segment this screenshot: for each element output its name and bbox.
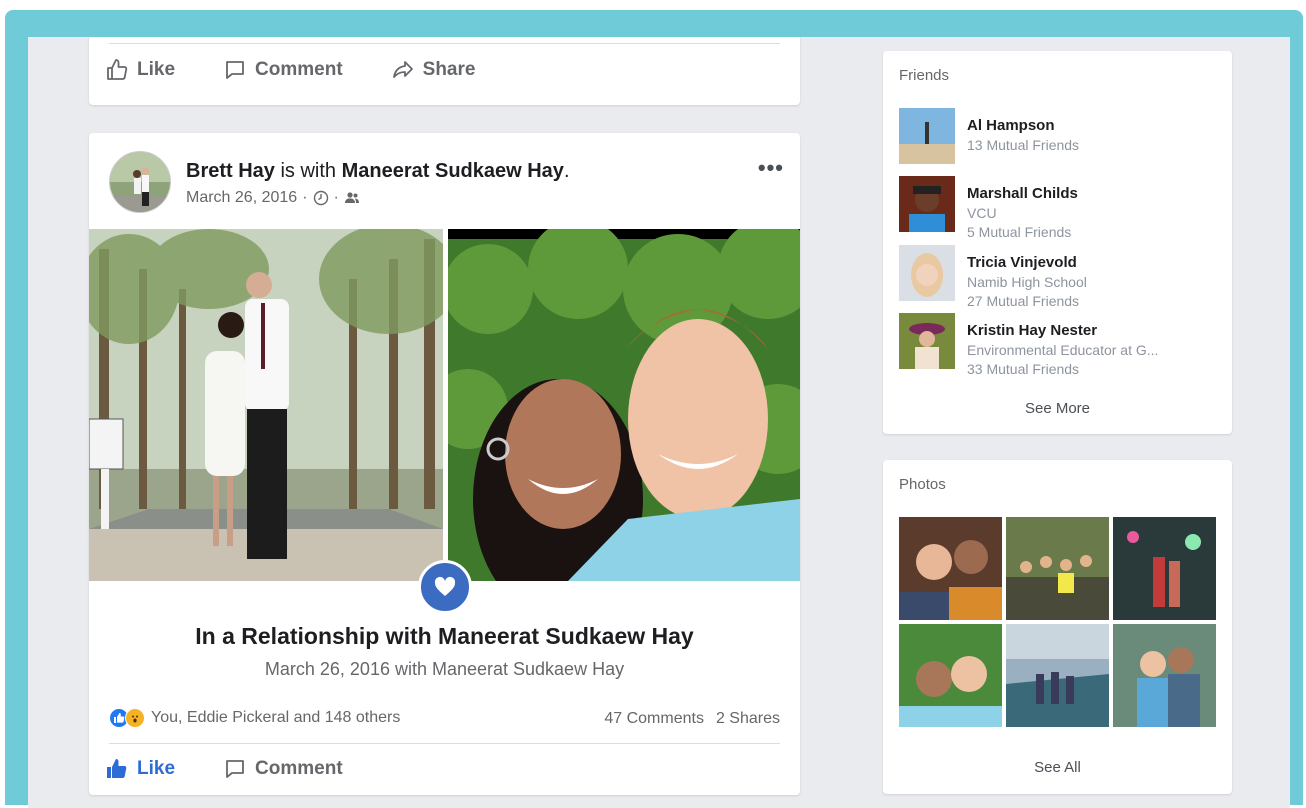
comment-icon [226,61,244,79]
post-photo-right[interactable] [448,229,800,581]
comment-button[interactable]: Comment [223,58,343,82]
photo-thumbnail[interactable] [1006,624,1109,727]
relationship-heart-badge [418,560,472,614]
friend-item[interactable]: Marshall Childs VCU 5 Mutual Friends [899,176,1219,240]
comment-label: Comment [255,59,343,80]
comment-icon [226,760,244,778]
photo-thumbnail[interactable] [1113,517,1216,620]
reactions-summary[interactable]: You, Eddie Pickeral and 148 others [109,708,400,728]
friend-mutual: 5 Mutual Friends [967,224,1072,240]
photo-thumbnail[interactable] [899,624,1002,727]
friend-detail: Environmental Educator at G... [967,342,1159,358]
engagement-counts: 47 Comments 2 Shares [604,710,780,728]
post-date[interactable]: March 26, 2016 [186,189,297,207]
friend-item[interactable]: Kristin Hay Nester Environmental Educato… [899,313,1219,377]
photos-title[interactable]: Photos [899,476,946,493]
thumbs-up-filled-icon [107,759,127,778]
like-button[interactable]: Like [105,58,175,82]
share-label: Share [422,59,476,80]
avatar-photo [110,152,170,212]
friend-mutual: 33 Mutual Friends [967,361,1080,377]
photo-grid [899,517,1216,727]
author-name[interactable]: Brett Hay [186,160,275,182]
friend-thumbnail[interactable] [899,176,955,232]
clock-icon [313,190,328,206]
comment-label: Comment [255,758,343,779]
with-text: is with [274,160,342,182]
previous-post-actions: Like Comment Share [105,58,523,82]
friends-panel: Friends Al Hampson 13 Mutual Friends Mar… [883,51,1232,434]
thumbs-up-icon [107,59,128,80]
like-label: Like [137,758,176,779]
couple-photo-road [89,229,443,581]
friend-item[interactable]: Al Hampson 13 Mutual Friends [899,108,1219,168]
screen: Like Comment Share Brett Hay is with Man… [28,37,1290,808]
device-frame: Like Comment Share Brett Hay is with Man… [5,10,1303,808]
avatar[interactable] [109,151,171,213]
photo-thumbnail[interactable] [899,517,1002,620]
post-header: Brett Hay is with Maneerat Sudkaew Hay. [186,160,570,183]
friend-thumbnail[interactable] [899,108,955,164]
like-label: Like [137,59,176,80]
friend-thumbnail[interactable] [899,313,955,369]
share-button[interactable]: Share [391,58,476,82]
see-all-link[interactable]: See All [883,759,1232,776]
more-options-icon[interactable]: ••• [758,155,784,181]
friend-mutual: 13 Mutual Friends [967,137,1080,153]
heart-icon [434,576,456,596]
friend-thumbnail[interactable] [899,245,955,301]
comments-count[interactable]: 47 Comments [604,710,704,728]
relationship-post-card: Brett Hay is with Maneerat Sudkaew Hay. … [89,133,800,795]
friends-title[interactable]: Friends [899,67,949,84]
friend-detail: Namib High School [967,274,1087,290]
post-photo-left[interactable] [89,229,443,581]
wow-reaction-icon [125,708,145,728]
photo-thumbnail[interactable] [1113,624,1216,727]
reactions-names: You, Eddie Pickeral and 148 others [151,709,401,726]
post-meta: March 26, 2016 · · [186,189,360,207]
friend-name[interactable]: Kristin Hay Nester [967,322,1097,339]
life-event-title: In a Relationship with Maneerat Sudkaew … [195,623,694,649]
shares-count[interactable]: 2 Shares [716,710,780,728]
share-icon [392,61,413,78]
couple-selfie-photo [448,229,800,581]
divider [109,43,780,44]
friend-mutual: 27 Mutual Friends [967,293,1080,309]
see-more-link[interactable]: See More [883,400,1232,417]
photo-thumbnail[interactable] [1006,517,1109,620]
tagged-name[interactable]: Maneerat Sudkaew Hay [342,160,564,182]
friend-detail: VCU [967,205,997,221]
period: . [563,160,570,182]
photos-panel: Photos See All [883,460,1232,794]
divider [109,743,780,744]
post-actions: Like Comment [105,757,391,781]
life-event-subtitle: March 26, 2016 with Maneerat Sudkaew Hay [264,659,625,679]
meta-dot: · [302,189,308,206]
comment-button[interactable]: Comment [223,757,343,781]
friend-item[interactable]: Tricia Vinjevold Namib High School 27 Mu… [899,245,1219,309]
meta-dot: · [333,189,339,206]
friend-name[interactable]: Al Hampson [967,117,1055,134]
friend-name[interactable]: Tricia Vinjevold [967,254,1077,271]
friends-audience-icon[interactable] [344,190,360,206]
previous-post-card: Like Comment Share [89,37,800,105]
friend-name[interactable]: Marshall Childs [967,185,1078,202]
like-button[interactable]: Like [105,757,175,781]
